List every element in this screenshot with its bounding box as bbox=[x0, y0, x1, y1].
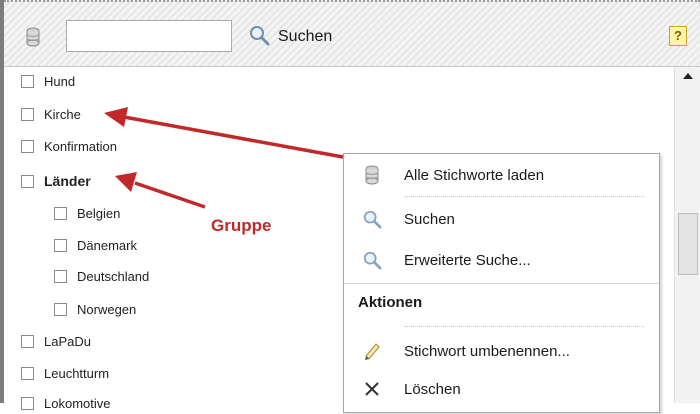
tree-item-group[interactable]: Länder bbox=[21, 170, 91, 192]
menu-section-header: Aktionen bbox=[358, 294, 423, 311]
menu-item-search[interactable]: Suchen bbox=[344, 201, 659, 237]
magnifier-icon bbox=[362, 250, 382, 270]
help-icon[interactable]: ? bbox=[669, 26, 687, 46]
toolbar: Suchen ? bbox=[4, 0, 700, 67]
menu-item-rename[interactable]: Stichwort umbenennen... bbox=[344, 333, 659, 369]
tree-item[interactable]: Kirche bbox=[21, 103, 81, 125]
tree-item-child[interactable]: Belgien bbox=[54, 202, 120, 224]
search-input[interactable] bbox=[66, 20, 232, 52]
context-menu: Alle Stichworte laden Suchen Erweiterte … bbox=[343, 153, 660, 413]
tree-item-label: Norwegen bbox=[77, 301, 137, 317]
checkbox[interactable] bbox=[54, 302, 67, 316]
menu-separator bbox=[344, 283, 659, 284]
checkbox[interactable] bbox=[21, 74, 34, 88]
checkbox[interactable] bbox=[54, 206, 67, 220]
vertical-scrollbar[interactable] bbox=[674, 67, 700, 403]
checkbox[interactable] bbox=[21, 139, 34, 153]
menu-item-label: Stichwort umbenennen... bbox=[404, 342, 570, 360]
menu-item-delete[interactable]: Löschen bbox=[344, 371, 659, 407]
magnifier-icon bbox=[248, 24, 270, 51]
annotation-label-gruppe: Gruppe bbox=[211, 216, 272, 235]
tree-item-label: Kirche bbox=[44, 106, 81, 122]
tree-item-label: Dänemark bbox=[77, 237, 137, 253]
tree-item[interactable]: Konfirmation bbox=[21, 135, 117, 157]
tree-item-child[interactable]: Deutschland bbox=[54, 265, 149, 287]
search-button-label: Suchen bbox=[278, 28, 333, 45]
magnifier-icon bbox=[362, 209, 382, 229]
checkbox[interactable] bbox=[21, 396, 34, 410]
tree-item[interactable]: Hund bbox=[21, 70, 75, 92]
checkbox[interactable] bbox=[54, 269, 67, 283]
search-button[interactable]: Suchen bbox=[248, 24, 332, 50]
checkbox[interactable] bbox=[21, 107, 34, 121]
menu-item-label: Löschen bbox=[404, 380, 461, 398]
tree-item-label: Länder bbox=[44, 173, 91, 189]
tree-item-label: Lokomotive bbox=[44, 395, 111, 411]
menu-item-advanced-search[interactable]: Erweiterte Suche... bbox=[344, 242, 659, 278]
tree-item-label: Hund bbox=[44, 73, 76, 89]
menu-separator bbox=[404, 196, 644, 197]
tree-item-label: Deutschland bbox=[77, 268, 150, 284]
tree-item-child[interactable]: Norwegen bbox=[54, 298, 136, 320]
database-icon[interactable] bbox=[26, 27, 40, 47]
tree-item[interactable]: Lokomotive bbox=[21, 392, 110, 414]
menu-separator bbox=[404, 326, 644, 327]
tree-item[interactable]: Leuchtturm bbox=[21, 362, 109, 384]
tree-item[interactable]: LaPaDu bbox=[21, 330, 91, 352]
scroll-thumb[interactable] bbox=[678, 213, 698, 275]
pencil-icon bbox=[362, 341, 382, 361]
menu-item-label: Suchen bbox=[404, 210, 455, 228]
tree-item-label: LaPaDu bbox=[44, 333, 91, 349]
tree-item-label: Belgien bbox=[77, 205, 121, 221]
menu-item-load-all[interactable]: Alle Stichworte laden bbox=[344, 157, 659, 193]
tree-item-child[interactable]: Dänemark bbox=[54, 234, 137, 256]
menu-item-label: Erweiterte Suche... bbox=[404, 251, 531, 269]
tree-item-label: Konfirmation bbox=[44, 138, 117, 154]
checkbox[interactable] bbox=[21, 334, 34, 348]
checkbox[interactable] bbox=[54, 238, 67, 252]
database-icon bbox=[362, 165, 382, 185]
menu-item-label: Alle Stichworte laden bbox=[404, 166, 545, 184]
cross-icon bbox=[362, 379, 382, 399]
checkbox[interactable] bbox=[21, 366, 34, 380]
scroll-up-arrow-icon[interactable] bbox=[683, 73, 693, 79]
checkbox[interactable] bbox=[21, 174, 34, 188]
tree-item-label: Leuchtturm bbox=[44, 365, 110, 381]
